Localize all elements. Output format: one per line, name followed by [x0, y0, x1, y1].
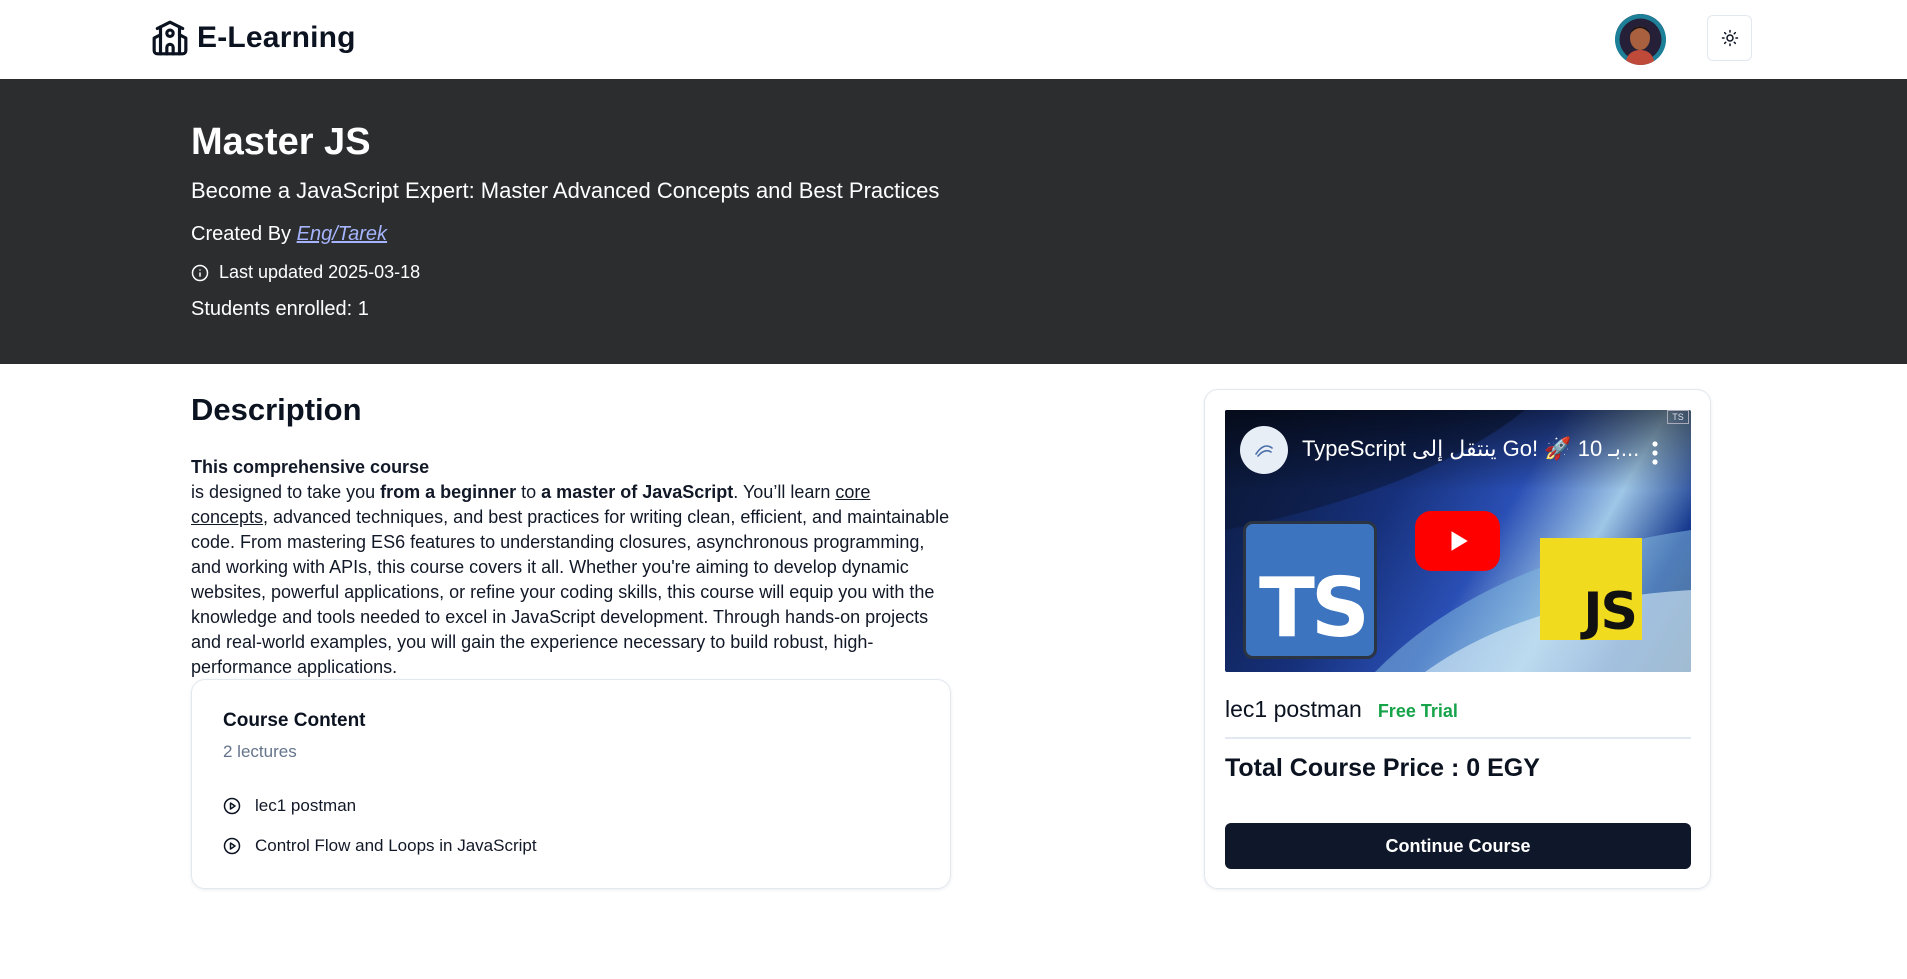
description-text: is designed to take you [191, 482, 381, 502]
created-by-label: Created By [191, 223, 292, 245]
play-circle-icon [223, 797, 241, 815]
lecture-label: Control Flow and Loops in JavaScript [255, 836, 537, 855]
video-player[interactable]: TypeScript ينتقل إلى Go! 🚀 10 بـ... TS T… [1225, 410, 1691, 672]
avatar[interactable] [1615, 14, 1666, 65]
javascript-logo: JS [1540, 538, 1642, 642]
description-bold: a master of JavaScript [541, 482, 734, 502]
description-text: to [516, 482, 542, 502]
course-content-title: Course Content [223, 710, 366, 731]
sun-icon [1721, 29, 1738, 47]
lecture-label: lec1 postman [255, 796, 357, 815]
last-updated: Last updated 2025-03-18 [191, 262, 420, 283]
description-bold: from a beginner [380, 482, 517, 502]
description-body: This comprehensive course is designed to… [191, 455, 951, 680]
info-icon [191, 264, 209, 281]
description-text: , advanced techniques, and best practice… [191, 507, 950, 677]
typescript-logo: TS [1243, 521, 1377, 659]
current-lecture-name: lec1 postman [1225, 696, 1362, 722]
created-by: Created By Eng/Tarek [191, 223, 387, 246]
divider [1225, 737, 1691, 739]
corner-tag: TS [1667, 410, 1689, 424]
students-enrolled: Students enrolled: 1 [191, 298, 369, 320]
course-subtitle: Become a JavaScript Expert: Master Advan… [191, 178, 940, 203]
play-circle-icon [223, 837, 241, 855]
brand-logo[interactable]: E-Learning [151, 19, 356, 57]
play-button[interactable] [1415, 511, 1500, 571]
lecture-item[interactable]: lec1 postman [223, 796, 356, 816]
last-updated-text: Last updated 2025-03-18 [219, 262, 421, 282]
ts-logo-text: TS [1259, 561, 1370, 656]
js-logo-text: JS [1583, 582, 1638, 642]
school-icon [152, 20, 188, 56]
play-icon [1451, 531, 1468, 551]
purchase-card: TypeScript ينتقل إلى Go! 🚀 10 بـ... TS T… [1204, 389, 1711, 889]
description-text: . You’ll learn [733, 482, 836, 502]
free-trial-badge: Free Trial [1377, 701, 1458, 721]
theme-toggle-button[interactable] [1707, 15, 1752, 61]
description-lead: This comprehensive course [191, 457, 430, 477]
course-title: Master JS [191, 121, 371, 163]
course-content-card: Course Content 2 lectures lec1 postman C… [191, 679, 951, 889]
top-navbar: E-Learning [0, 0, 1907, 79]
description-heading: Description [191, 392, 362, 427]
lecture-count: 2 lectures [223, 742, 297, 761]
course-hero: Master JS Become a JavaScript Expert: Ma… [0, 79, 1907, 364]
total-price: Total Course Price : 0 EGY [1225, 754, 1540, 782]
current-lecture-row: lec1 postman Free Trial [1225, 696, 1458, 723]
video-title: TypeScript ينتقل إلى Go! 🚀 10 بـ... [1302, 436, 1640, 461]
more-vertical-icon[interactable] [1643, 438, 1667, 468]
lecture-item[interactable]: Control Flow and Loops in JavaScript [223, 836, 537, 856]
channel-avatar[interactable] [1240, 426, 1288, 474]
author-link[interactable]: Eng/Tarek [297, 223, 387, 245]
continue-course-button[interactable]: Continue Course [1225, 823, 1691, 869]
brand-name: E-Learning [197, 21, 356, 54]
